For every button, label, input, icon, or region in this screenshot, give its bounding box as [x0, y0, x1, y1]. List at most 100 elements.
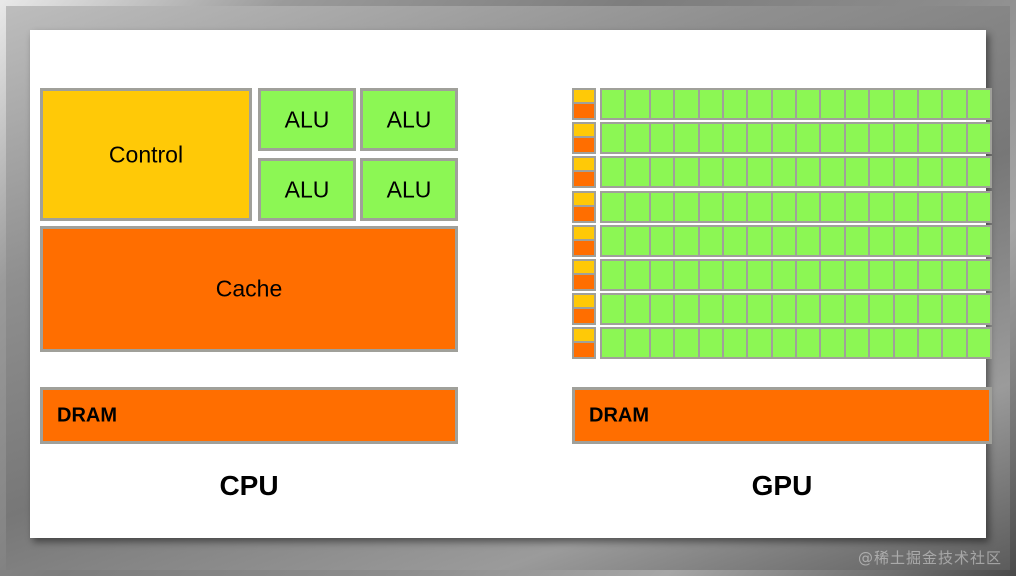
gpu-alu-cell	[699, 158, 724, 187]
gpu-control-cache-pair	[572, 88, 596, 120]
gpu-control-cache-pair	[572, 258, 596, 291]
gpu-alu-cell	[699, 192, 724, 221]
gpu-alu-cell	[602, 295, 627, 324]
gpu-core-row	[572, 258, 992, 291]
cpu-alu-block-4: ALU	[360, 158, 458, 221]
gpu-alu-cell	[675, 226, 700, 255]
gpu-alu-cell	[748, 226, 773, 255]
gpu-core-row	[572, 88, 992, 120]
gpu-alu-cell	[821, 329, 846, 358]
gpu-alu-cell	[650, 158, 676, 187]
gpu-alu-cell	[723, 158, 749, 187]
gpu-control-block	[572, 190, 596, 207]
gpu-alu-cell	[626, 295, 651, 324]
gpu-control-block	[572, 224, 596, 241]
gpu-section: DRAM GPU	[508, 30, 992, 538]
gpu-alu-cell	[943, 158, 968, 187]
gpu-alu-cell	[821, 124, 846, 153]
cpu-title: CPU	[219, 470, 279, 501]
gpu-alu-cell	[894, 226, 919, 255]
gpu-alu-cell	[772, 260, 797, 289]
gpu-cache-block	[572, 206, 596, 223]
gpu-control-block	[572, 327, 596, 344]
cpu-alu-block-2: ALU	[360, 88, 458, 151]
gpu-alu-cell	[845, 226, 871, 255]
gpu-alu-cell	[967, 124, 992, 153]
gpu-alu-cell	[943, 124, 968, 153]
gpu-control-block	[572, 258, 596, 275]
gpu-alu-cell	[918, 192, 944, 221]
gpu-alu-cell	[943, 295, 968, 324]
gpu-alu-cell	[821, 226, 846, 255]
gpu-alu-cell	[821, 260, 846, 289]
gpu-alu-cell	[602, 192, 627, 221]
gpu-alu-cell	[870, 329, 895, 358]
gpu-alu-cell	[626, 124, 651, 153]
gpu-alu-cell	[918, 226, 944, 255]
gpu-alu-cell	[675, 124, 700, 153]
cpu-cache-label: Cache	[215, 275, 283, 302]
gpu-control-cache-pair	[572, 156, 596, 189]
gpu-alu-cell	[918, 124, 944, 153]
gpu-core-grid	[572, 88, 992, 362]
gpu-dram-block: DRAM	[572, 387, 992, 444]
cpu-cache-block: Cache	[40, 226, 458, 352]
gpu-control-cache-pair	[572, 122, 596, 155]
gpu-alu-cell	[602, 158, 627, 187]
gpu-alu-cell	[870, 226, 895, 255]
gpu-alu-cell	[772, 124, 797, 153]
gpu-alu-cell	[967, 329, 992, 358]
gpu-alu-cell	[675, 90, 700, 118]
gpu-alu-cell	[797, 226, 822, 255]
gpu-alu-cell	[797, 124, 822, 153]
cpu-alu-block-3: ALU	[258, 158, 356, 221]
gpu-alu-cell	[650, 226, 676, 255]
gpu-alu-row	[600, 224, 992, 257]
gpu-alu-cell	[723, 295, 749, 324]
gpu-core-row	[572, 293, 992, 326]
gpu-alu-cell	[967, 158, 992, 187]
gpu-control-block	[572, 88, 596, 104]
gpu-alu-cell	[626, 260, 651, 289]
gpu-alu-cell	[602, 329, 627, 358]
cpu-dram-label: DRAM	[57, 404, 117, 426]
gpu-alu-cell	[675, 295, 700, 324]
gpu-alu-cell	[845, 329, 871, 358]
cpu-section: Control ALU ALU ALU ALU Cache DRAM CPU	[30, 30, 508, 538]
gpu-alu-cell	[918, 329, 944, 358]
gpu-alu-cell	[894, 124, 919, 153]
cpu-control-block: Control	[40, 88, 252, 221]
gpu-alu-cell	[748, 260, 773, 289]
gpu-cache-block	[572, 274, 596, 291]
gpu-alu-cell	[602, 124, 627, 153]
gpu-alu-cell	[748, 124, 773, 153]
diagram-panel: Control ALU ALU ALU ALU Cache DRAM CPU D…	[30, 30, 992, 538]
gpu-alu-cell	[797, 90, 822, 118]
gpu-alu-cell	[870, 295, 895, 324]
gpu-alu-cell	[602, 90, 627, 118]
gpu-alu-cell	[845, 260, 871, 289]
gpu-alu-cell	[650, 295, 676, 324]
gpu-alu-cell	[772, 158, 797, 187]
gpu-alu-cell	[797, 295, 822, 324]
gpu-alu-row	[600, 88, 992, 120]
gpu-alu-cell	[821, 90, 846, 118]
gpu-core-row	[572, 327, 992, 360]
cpu-control-label: Control	[108, 141, 184, 167]
gpu-alu-cell	[797, 260, 822, 289]
gpu-alu-cell	[675, 192, 700, 221]
gpu-alu-cell	[870, 124, 895, 153]
gpu-alu-cell	[967, 260, 992, 289]
gpu-alu-cell	[723, 329, 749, 358]
gpu-alu-cell	[797, 329, 822, 358]
cpu-alu-label: ALU	[284, 106, 330, 132]
gpu-alu-cell	[894, 329, 919, 358]
gpu-alu-cell	[650, 192, 676, 221]
gpu-alu-cell	[602, 260, 627, 289]
gpu-alu-cell	[650, 90, 676, 118]
gpu-alu-cell	[650, 260, 676, 289]
gpu-alu-cell	[870, 90, 895, 118]
gpu-control-cache-pair	[572, 327, 596, 360]
gpu-alu-cell	[699, 260, 724, 289]
gpu-alu-cell	[723, 192, 749, 221]
